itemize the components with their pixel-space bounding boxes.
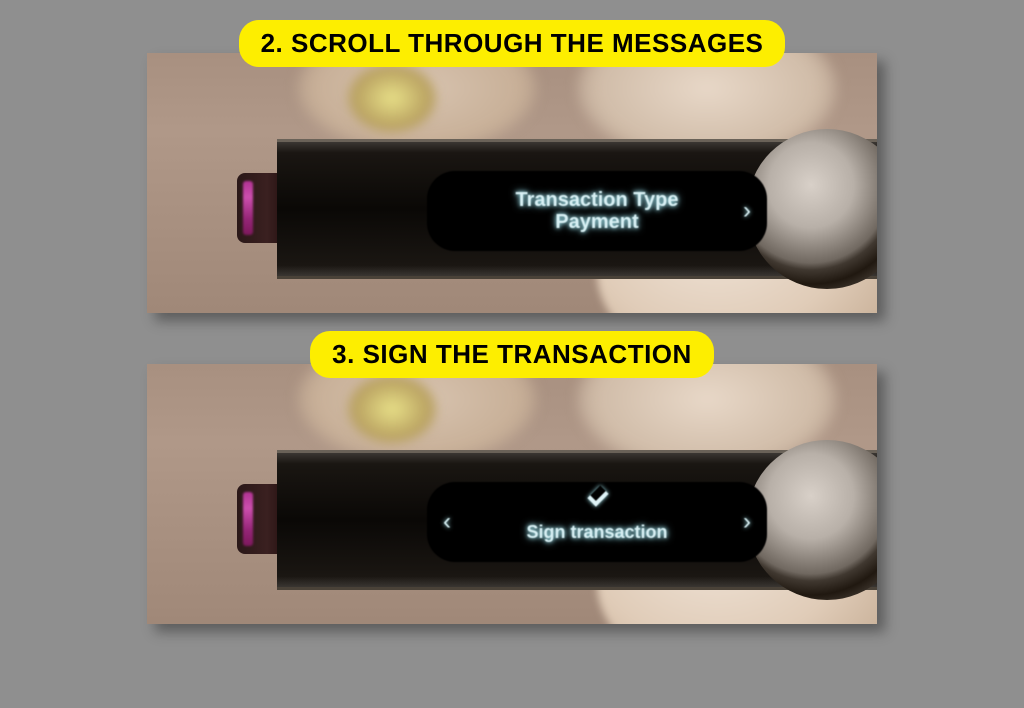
ledger-screen-2: ‹ Sign transaction ›: [427, 482, 767, 562]
checkmark-icon: [583, 492, 611, 510]
screen2-label: Sign transaction: [526, 523, 667, 543]
step-3-caption: 3. Sign the transaction: [310, 331, 714, 378]
chevron-right-icon: ›: [743, 508, 751, 536]
step-3-photo: ‹ Sign transaction ›: [147, 364, 877, 624]
screen1-line1: Transaction Type: [515, 189, 678, 211]
chevron-left-icon: ‹: [443, 508, 451, 536]
step-2-caption: 2. Scroll through the messages: [239, 20, 786, 67]
screen1-line2: Payment: [515, 211, 678, 233]
chevron-right-icon: ›: [743, 197, 751, 225]
ledger-screen-1: Transaction Type Payment ›: [427, 171, 767, 251]
step-2-photo: Transaction Type Payment ›: [147, 53, 877, 313]
